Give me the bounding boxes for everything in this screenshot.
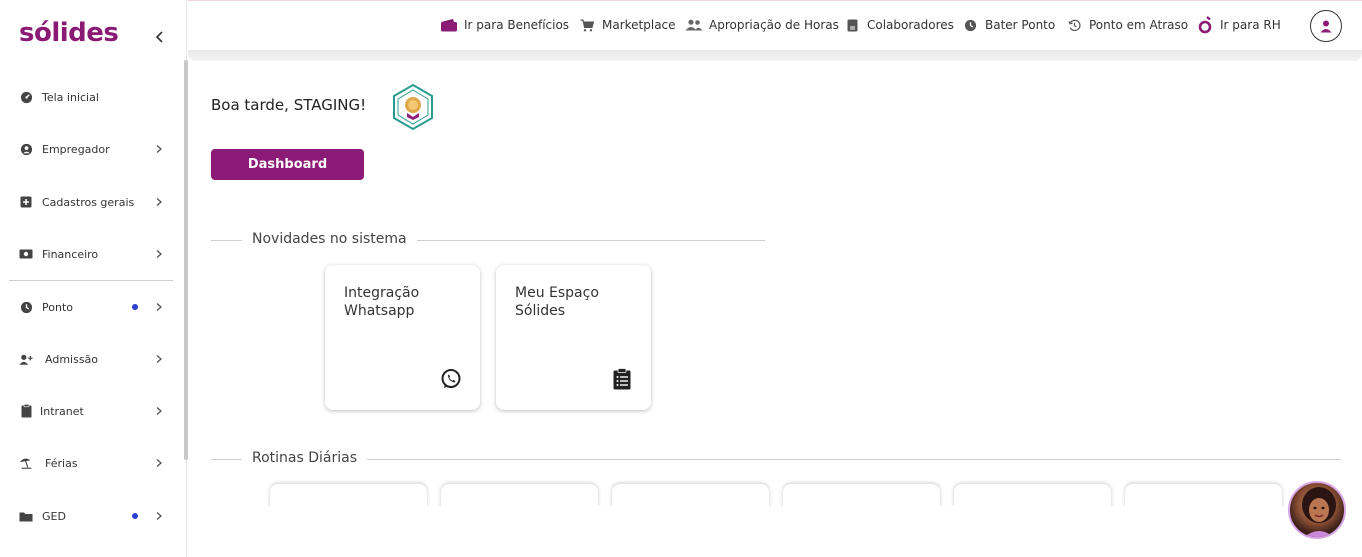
topbar-link-ponto-atraso[interactable]: Ponto em Atraso bbox=[1065, 16, 1188, 34]
news-card-title: Meu Espaço Sólides bbox=[515, 285, 599, 319]
content-clip bbox=[188, 506, 1362, 557]
sidebar-item-cadastros-gerais[interactable]: Cadastros gerais bbox=[0, 182, 180, 222]
sidebar-item-ponto[interactable]: Ponto bbox=[0, 287, 180, 327]
topbar-link-rh[interactable]: Ir para RH bbox=[1196, 16, 1281, 34]
sidebar-item-tela-inicial[interactable]: Tela inicial bbox=[0, 77, 180, 117]
clipboard-list-icon bbox=[613, 368, 631, 390]
topbar-link-colaboradores[interactable]: Colaboradores bbox=[843, 16, 954, 34]
chevron-right-icon bbox=[156, 145, 162, 153]
clock-icon bbox=[19, 300, 33, 314]
topbar-link-label: Bater Ponto bbox=[985, 18, 1056, 32]
money-icon bbox=[19, 247, 33, 261]
sidebar: sólides Tela inicial Empregador Cadastro… bbox=[0, 0, 188, 557]
chevron-right-icon bbox=[156, 250, 162, 258]
routines-section-title: Rotinas Diárias bbox=[242, 450, 368, 466]
dashboard-button[interactable]: Dashboard bbox=[211, 149, 364, 180]
section-divider bbox=[211, 459, 1341, 460]
topbar-link-label: Ir para Benefícios bbox=[464, 18, 570, 32]
id-card-icon bbox=[843, 18, 861, 32]
topbar-link-marketplace[interactable]: Marketplace bbox=[578, 16, 676, 34]
chevron-right-icon bbox=[156, 303, 162, 311]
beach-umbrella-icon bbox=[19, 456, 33, 470]
folder-icon bbox=[19, 509, 33, 523]
sidebar-item-label: Admissão bbox=[45, 352, 99, 366]
sidebar-item-financeiro[interactable]: Financeiro bbox=[0, 234, 180, 274]
dashboard-icon bbox=[19, 90, 33, 104]
sidebar-item-label: Férias bbox=[45, 456, 78, 470]
clock-icon bbox=[961, 18, 979, 32]
history-icon bbox=[1065, 18, 1083, 32]
sidebar-item-label: Financeiro bbox=[42, 247, 99, 261]
chevron-right-icon bbox=[156, 407, 162, 415]
sidebar-item-empregador[interactable]: Empregador bbox=[0, 129, 180, 169]
chevron-right-icon bbox=[156, 355, 162, 363]
sidebar-item-ged[interactable]: GED bbox=[0, 496, 180, 536]
achievement-badge-icon[interactable] bbox=[389, 83, 437, 131]
sidebar-item-label: GED bbox=[42, 509, 66, 523]
users-icon bbox=[685, 18, 703, 32]
sidebar-item-label: Intranet bbox=[40, 404, 84, 418]
clipboard-icon bbox=[19, 404, 33, 418]
wallet-icon bbox=[440, 18, 458, 32]
topbar-link-label: Colaboradores bbox=[867, 18, 954, 32]
sidebar-item-label: Empregador bbox=[42, 142, 110, 156]
user-circle-icon bbox=[19, 142, 33, 156]
sidebar-item-admissao[interactable]: Admissão bbox=[0, 339, 180, 379]
topbar-link-label: Marketplace bbox=[602, 18, 676, 32]
sidebar-item-label: Ponto bbox=[42, 300, 73, 314]
chevron-right-icon bbox=[156, 512, 162, 520]
chevron-right-icon bbox=[156, 459, 162, 467]
assistant-avatar-button[interactable] bbox=[1288, 481, 1346, 539]
cart-icon bbox=[578, 18, 596, 32]
chevron-right-icon bbox=[156, 198, 162, 206]
sidebar-scrollbar[interactable] bbox=[184, 60, 188, 460]
topbar-link-beneficios[interactable]: Ir para Benefícios bbox=[440, 16, 569, 34]
notification-dot bbox=[132, 304, 138, 310]
user-menu-button[interactable] bbox=[1310, 10, 1342, 42]
user-icon bbox=[1320, 20, 1332, 33]
collapse-sidebar-button[interactable] bbox=[152, 28, 168, 46]
top-bar-shadow bbox=[188, 50, 1362, 61]
greeting-text: Boa tarde, STAGING! bbox=[211, 96, 367, 114]
sidebar-item-label: Cadastros gerais bbox=[42, 195, 135, 209]
topbar-link-label: Ir para RH bbox=[1220, 18, 1281, 32]
topbar-link-label: Ponto em Atraso bbox=[1089, 18, 1189, 32]
sidebar-divider bbox=[9, 280, 173, 281]
news-card-meu-espaco[interactable]: Meu Espaço Sólides bbox=[496, 265, 651, 410]
topbar-link-bater-ponto[interactable]: Bater Ponto bbox=[961, 16, 1055, 34]
solides-logo[interactable]: sólides bbox=[19, 18, 119, 48]
sidebar-item-label: Tela inicial bbox=[42, 90, 99, 104]
user-plus-icon bbox=[19, 352, 33, 366]
topbar-link-apropriacao-horas[interactable]: Apropriação de Horas bbox=[685, 16, 839, 34]
plus-square-icon bbox=[19, 195, 33, 209]
solides-logo-icon bbox=[1196, 16, 1214, 34]
notification-dot bbox=[132, 513, 138, 519]
sidebar-item-intranet[interactable]: Intranet bbox=[0, 391, 180, 431]
sidebar-item-ferias[interactable]: Férias bbox=[0, 443, 180, 483]
news-section-title: Novidades no sistema bbox=[242, 231, 417, 247]
chevron-left-icon bbox=[155, 31, 163, 43]
news-card-whatsapp[interactable]: Integração Whatsapp bbox=[325, 265, 480, 410]
whatsapp-icon bbox=[441, 369, 461, 388]
topbar-link-label: Apropriação de Horas bbox=[709, 18, 839, 32]
news-card-title: Integração Whatsapp bbox=[344, 285, 420, 319]
